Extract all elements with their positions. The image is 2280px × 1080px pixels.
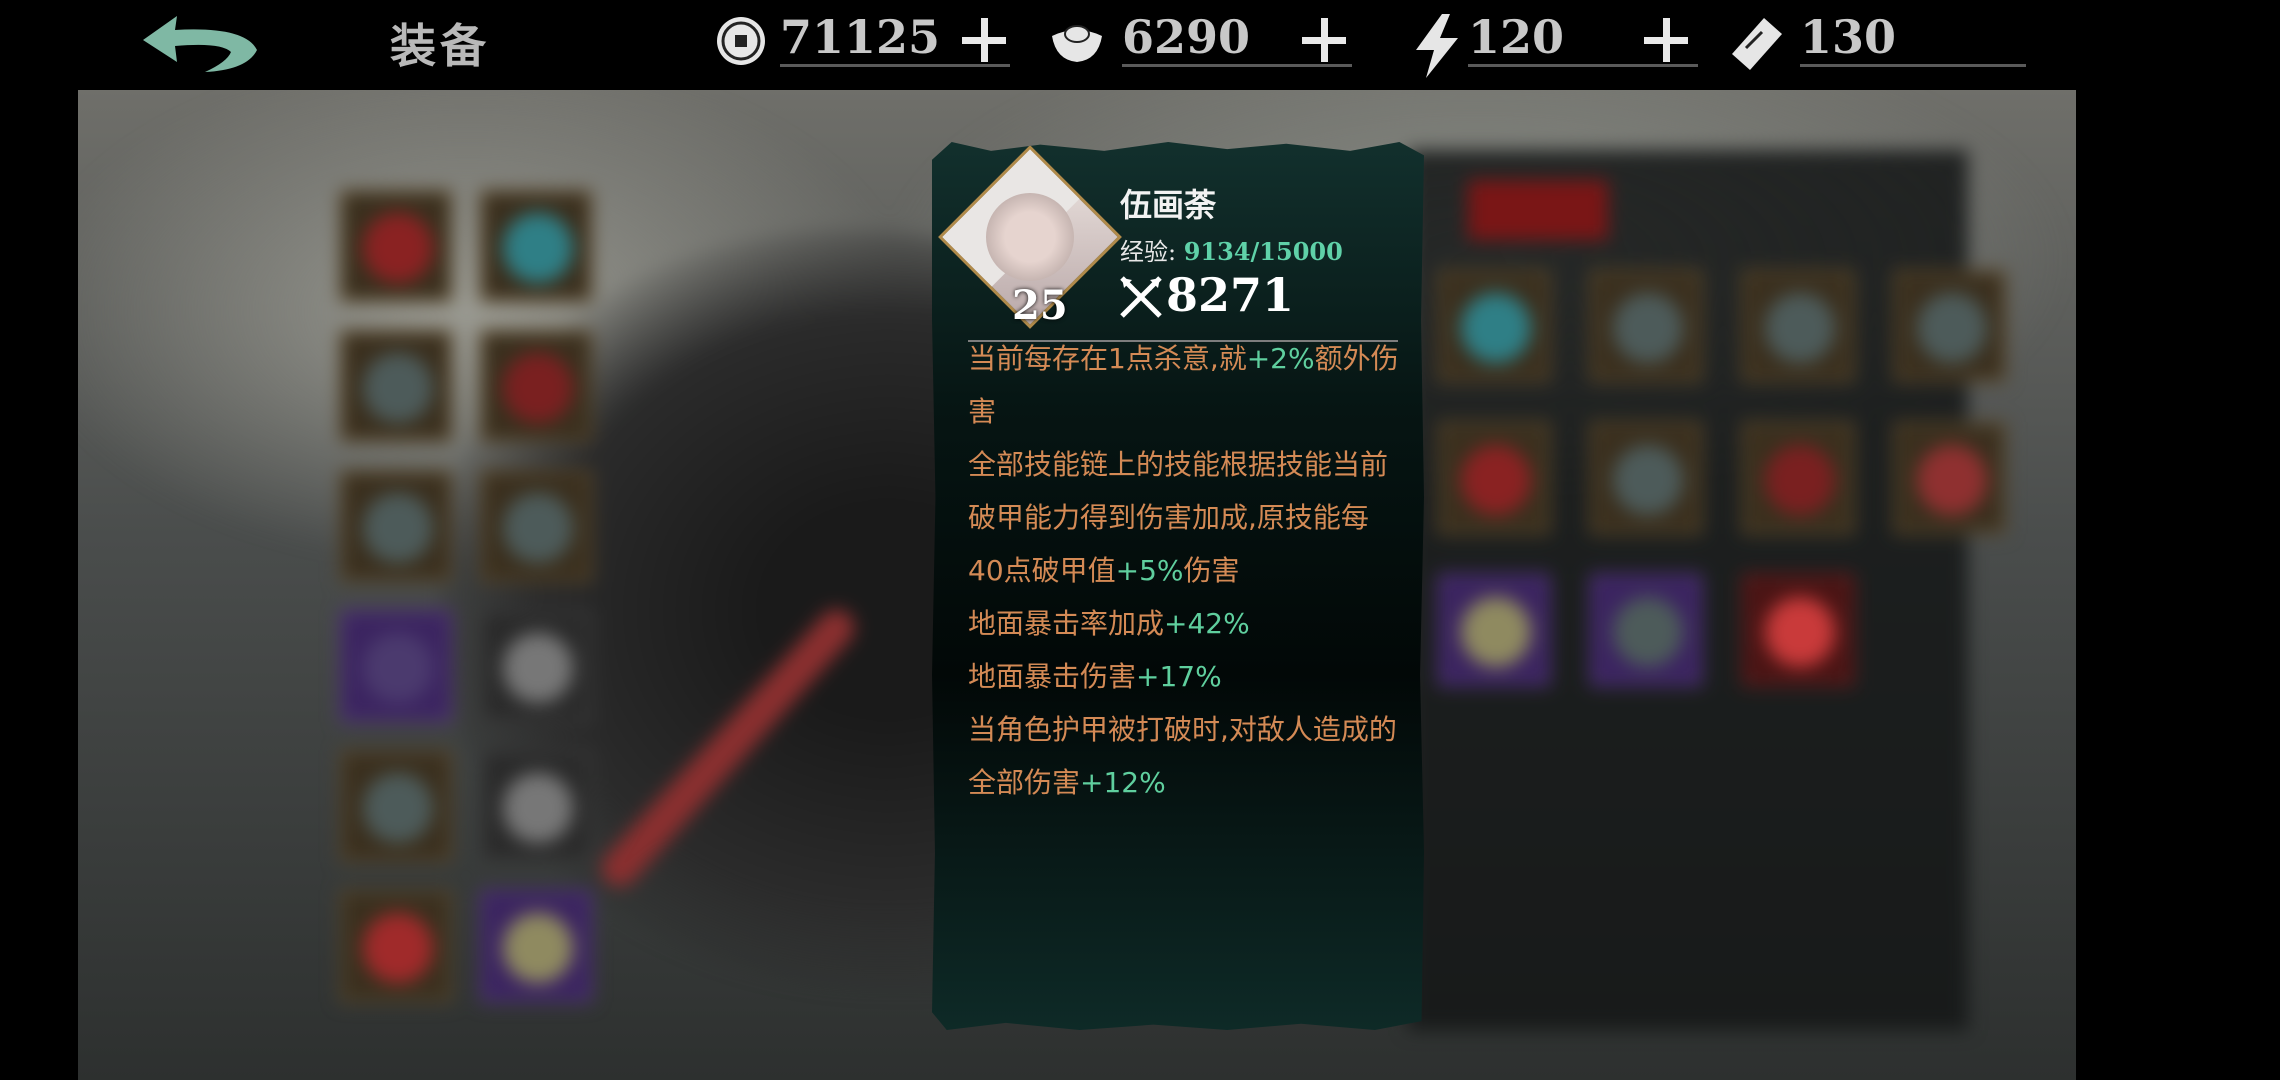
- skill-description: 当前每存在1点杀意,就+2%额外伤害 全部技能链上的技能根据技能当前破甲能力得到…: [968, 332, 1400, 809]
- equip-slot[interactable]: [480, 330, 592, 442]
- ticket-underline: [1800, 64, 2026, 67]
- inventory-item[interactable]: [1742, 422, 1854, 534]
- inventory-tab[interactable]: [1468, 180, 1608, 240]
- inventory-item[interactable]: [1590, 574, 1702, 686]
- ingot-resource: 6290: [1048, 6, 1358, 72]
- ingot-underline: [1122, 64, 1352, 67]
- equip-slot[interactable]: [340, 610, 452, 722]
- top-bar: 装备 71125 6290 120 130: [0, 0, 2280, 88]
- hero-level: 25: [1012, 282, 1068, 329]
- add-ingot-button[interactable]: [1300, 16, 1348, 64]
- equip-slot[interactable]: [340, 330, 452, 442]
- exp-value: 9134/15000: [1183, 237, 1343, 266]
- equip-slot[interactable]: [480, 610, 592, 722]
- inventory-item[interactable]: [1590, 270, 1702, 382]
- inventory-item[interactable]: [1742, 270, 1854, 382]
- inventory-item[interactable]: [1894, 422, 2006, 534]
- inventory-item[interactable]: [1438, 422, 1550, 534]
- equip-slot[interactable]: [340, 890, 452, 1002]
- inventory-item[interactable]: [1742, 574, 1854, 686]
- equip-slot[interactable]: [480, 890, 592, 1002]
- equip-slot[interactable]: [480, 750, 592, 862]
- ticket-value: 130: [1800, 10, 1897, 64]
- energy-underline: [1468, 64, 1698, 67]
- coin-icon: [714, 14, 768, 68]
- combat-power-value: 8271: [1166, 268, 1295, 322]
- equip-slot[interactable]: [340, 750, 452, 862]
- back-arrow-icon[interactable]: [135, 12, 265, 80]
- energy-value: 120: [1468, 10, 1565, 64]
- hero-name: 伍画荼: [1120, 186, 1217, 224]
- add-energy-button[interactable]: [1642, 16, 1690, 64]
- desc-line: 地面暴击伤害+17%: [968, 660, 1222, 693]
- equip-slot[interactable]: [340, 470, 452, 582]
- equip-slot[interactable]: [340, 190, 452, 302]
- inventory-item[interactable]: [1894, 270, 2006, 382]
- crossed-swords-icon: [1120, 276, 1162, 318]
- coin-underline: [780, 64, 1010, 67]
- desc-line: 地面暴击率加成+42%: [968, 607, 1250, 640]
- hero-detail-popup: 25 伍画荼 经验: 9134/15000 8271 当前每存在1点杀意,就+2…: [932, 142, 1424, 1030]
- desc-line: 当前每存在1点杀意,就+2%额外伤害: [968, 342, 1399, 428]
- coin-value: 71125: [780, 10, 941, 64]
- add-coin-button[interactable]: [960, 16, 1008, 64]
- inventory-item[interactable]: [1438, 574, 1550, 686]
- ticket-icon: [1726, 14, 1782, 70]
- lightning-icon: [1412, 14, 1466, 78]
- energy-resource: 120: [1412, 6, 1702, 78]
- equip-slot[interactable]: [480, 190, 592, 302]
- coin-resource: 71125: [714, 6, 1014, 72]
- equip-slot[interactable]: [480, 470, 592, 582]
- hero-exp: 经验: 9134/15000: [1120, 232, 1343, 267]
- page-title: 装备: [390, 19, 490, 73]
- desc-line: 全部技能链上的技能根据技能当前破甲能力得到伤害加成,原技能每40点破甲值+5%伤…: [968, 448, 1389, 587]
- ingot-value: 6290: [1122, 10, 1251, 64]
- inventory-item[interactable]: [1590, 422, 1702, 534]
- ticket-resource: 130: [1726, 6, 2026, 72]
- desc-line: 当角色护甲被打破时,对敌人造成的全部伤害+12%: [968, 713, 1397, 799]
- silver-ingot-icon: [1048, 14, 1102, 68]
- exp-label: 经验:: [1120, 238, 1177, 266]
- inventory-item[interactable]: [1438, 270, 1550, 382]
